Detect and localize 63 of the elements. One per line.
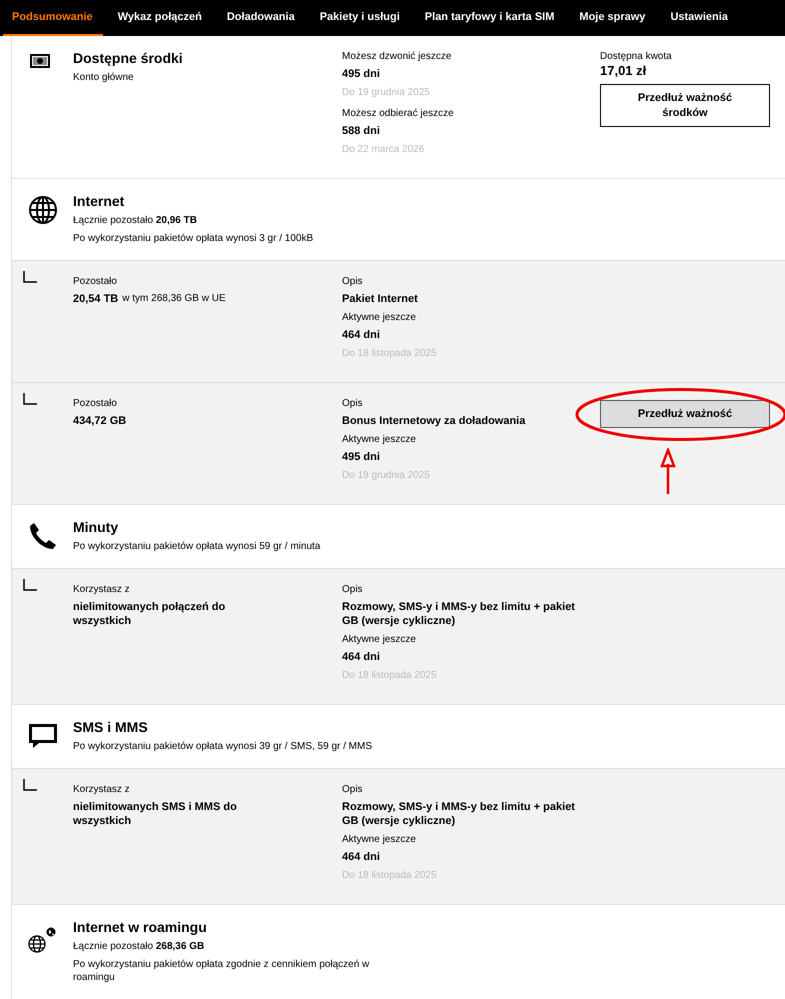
- corner-icon: [23, 779, 37, 791]
- description-label: Opis: [342, 583, 364, 596]
- extend-button[interactable]: Przedłuż ważność: [600, 400, 770, 428]
- active-label: Aktywne jeszcze: [342, 833, 417, 846]
- days-value: 495 dni: [342, 450, 381, 464]
- expiry-date: Do 19 grudnia 2025: [342, 86, 431, 99]
- section-info: Po wykorzystaniu pakietów opłata wynosi 39 gr / SMS, 59 gr / MMS: [73, 740, 374, 753]
- description-label: Opis: [342, 275, 364, 288]
- nav-tab[interactable]: Ustawienia: [661, 0, 738, 36]
- section-info: Po wykorzystaniu pakietów opłata zgodnie z cennikiem połączeń w roamingu: [73, 958, 370, 984]
- globe-icon: [28, 195, 58, 225]
- phone-icon: [28, 521, 58, 551]
- days-value: 464 dni: [342, 328, 381, 342]
- corner-icon: [23, 271, 37, 283]
- days-value: 464 dni: [342, 650, 381, 664]
- remaining-value: 20,54 TB: [73, 292, 118, 306]
- section-title: Dostępne środki: [73, 50, 184, 66]
- remaining-label: Pozostało: [73, 397, 118, 410]
- remaining-value: 434,72 GB: [73, 414, 126, 428]
- remaining-label: Pozostało: [73, 275, 118, 288]
- package-description: Bonus Internetowy za doładowania: [342, 414, 526, 428]
- account-name: Konto główne: [73, 71, 135, 84]
- nav-tab[interactable]: Pakiety i usługi: [310, 0, 410, 36]
- section-info: Łącznie pozostało 20,96 TB: [73, 214, 198, 227]
- remaining-note: w tym 268,36 GB w UE: [122, 292, 226, 306]
- expiry-date: Do 22 marca 2026: [342, 143, 426, 156]
- nav-tab[interactable]: Wykaz połączeń: [108, 0, 212, 36]
- validity-label: Możesz dzwonić jeszcze: [342, 50, 452, 63]
- corner-icon: [23, 579, 37, 591]
- section-title: Internet: [73, 193, 126, 209]
- remaining-value: nielimitowanych SMS i MMS do wszystkich: [73, 800, 238, 828]
- active-label: Aktywne jeszcze: [342, 311, 417, 324]
- chat-icon: [28, 721, 58, 751]
- package-description: Pakiet Internet: [342, 292, 419, 306]
- remaining-label: Korzystasz z: [73, 583, 131, 596]
- corner-icon: [23, 393, 37, 405]
- nav-tab[interactable]: Moje sprawy: [570, 0, 656, 36]
- days-value: 495 dni: [342, 67, 381, 81]
- amount-label: Dostępna kwota: [600, 50, 673, 63]
- description-label: Opis: [342, 783, 364, 796]
- nav-tab[interactable]: Plan taryfowy i karta SIM: [416, 0, 564, 36]
- section-title: SMS i MMS: [73, 719, 149, 735]
- remaining-label: Korzystasz z: [73, 783, 131, 796]
- description-label: Opis: [342, 397, 364, 410]
- package-description: Rozmowy, SMS-y i MMS-y bez limitu + pakiet GB (wersje cykliczne): [342, 800, 576, 828]
- days-value: 464 dni: [342, 850, 381, 864]
- section-title: Internet w roamingu: [73, 919, 208, 935]
- section-info: Łącznie pozostało 268,36 GB: [73, 940, 206, 953]
- active-label: Aktywne jeszcze: [342, 633, 417, 646]
- amount-value: 17,01 zł: [600, 63, 648, 78]
- section-title: Minuty: [73, 519, 120, 535]
- validity-label: Możesz odbierać jeszcze: [342, 107, 455, 120]
- package-description: Rozmowy, SMS-y i MMS-y bez limitu + pakiet GB (wersje cykliczne): [342, 600, 576, 628]
- days-value: 588 dni: [342, 124, 381, 138]
- remaining-value: nielimitowanych połączeń do wszystkich: [73, 600, 226, 628]
- annotation-arrow: [660, 448, 676, 494]
- extend-funds-button[interactable]: Przedłuż ważność środków: [600, 84, 770, 127]
- banknote-icon: [30, 54, 50, 68]
- globe-icon: [28, 927, 56, 955]
- section-info: Po wykorzystaniu pakietów opłata wynosi 3 gr / 100kB: [73, 232, 314, 245]
- active-label: Aktywne jeszcze: [342, 433, 417, 446]
- section-info: Po wykorzystaniu pakietów opłata wynosi 59 gr / minuta: [73, 540, 322, 553]
- nav-tab[interactable]: Doładowania: [218, 0, 305, 36]
